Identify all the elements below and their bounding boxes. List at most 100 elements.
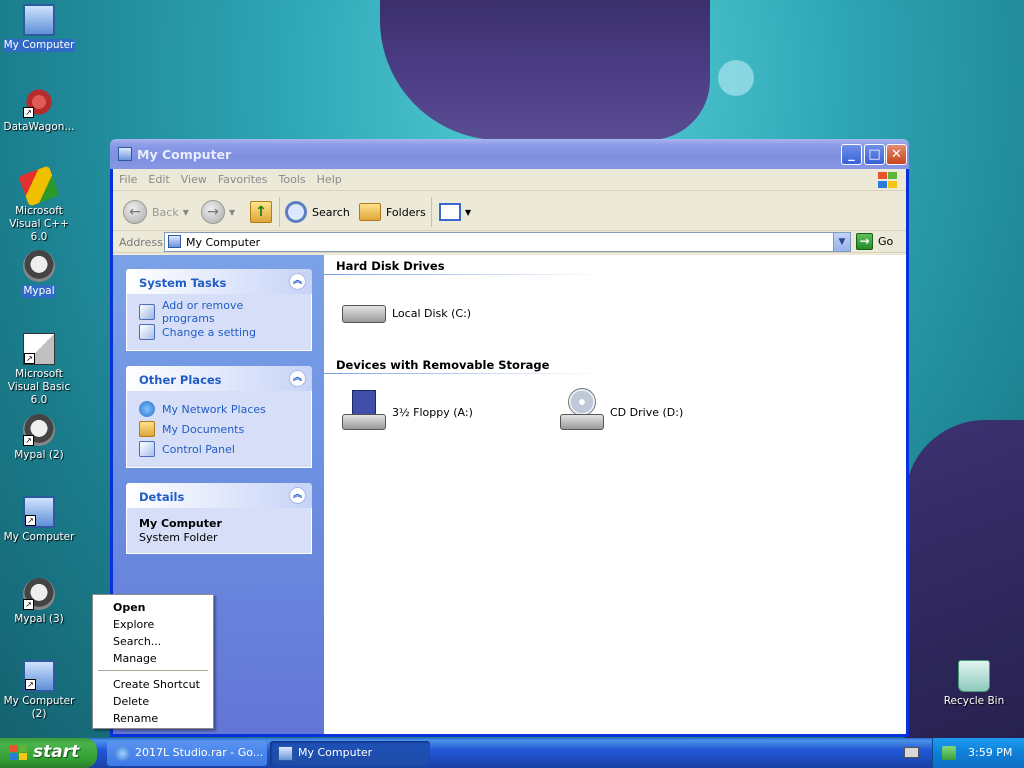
context-menu-open[interactable]: Open	[95, 598, 211, 615]
add-remove-programs-link[interactable]: Add or remove programs	[139, 299, 299, 325]
folders-button[interactable]: Folders	[359, 199, 426, 225]
desktop-icon-mypal-2[interactable]: ↗ Mypal (2)	[0, 414, 78, 462]
menu-bar: File Edit View Favorites Tools Help	[113, 169, 906, 191]
taskbar: start 2017L Studio.rar - Go... My Comput…	[0, 738, 1024, 768]
forward-arrow-icon: →	[201, 200, 225, 224]
search-button[interactable]: Search	[285, 199, 350, 225]
computer-icon	[168, 235, 181, 248]
menu-favorites[interactable]: Favorites	[212, 169, 273, 186]
desktop-icon-datawagon[interactable]: ↗ DataWagon...	[0, 86, 78, 134]
computer-icon: ↗	[23, 660, 55, 692]
address-input[interactable]: My Computer ▼	[164, 232, 851, 252]
clock[interactable]: 3:59 PM	[968, 746, 1012, 759]
start-button[interactable]: start	[0, 738, 97, 768]
context-menu-search[interactable]: Search...	[95, 632, 211, 649]
desktop-icon-mypal-3[interactable]: ↗ Mypal (3)	[0, 578, 78, 626]
my-computer-window: My Computer _ □ ✕ File Edit View Favorites T…	[110, 139, 909, 737]
desktop-icon-my-computer-2[interactable]: ↗ My Computer (2)	[0, 660, 78, 721]
drive-floppy-a[interactable]: 3½ Floppy (A:)	[340, 388, 473, 436]
taskbar-button-browser[interactable]: 2017L Studio.rar - Go...	[107, 741, 267, 766]
drive-local-disk-c[interactable]: Local Disk (C:)	[340, 289, 471, 337]
collapse-chevron-icon[interactable]: ︽	[289, 487, 306, 504]
close-button[interactable]: ✕	[886, 144, 907, 165]
forward-button[interactable]: → ▼	[201, 199, 235, 225]
collapse-chevron-icon[interactable]: ︽	[289, 273, 306, 290]
other-places-panel: Other Places ︽ My Network Places My Docu…	[126, 366, 312, 468]
system-tasks-header[interactable]: System Tasks ︽	[126, 269, 312, 294]
my-documents-link[interactable]: My Documents	[139, 419, 299, 439]
shortcut-arrow-icon: ↗	[25, 515, 36, 526]
address-dropdown-button[interactable]: ▼	[833, 233, 850, 251]
other-places-header[interactable]: Other Places ︽	[126, 366, 312, 391]
context-menu-delete[interactable]: Delete	[95, 692, 211, 709]
window-title: My Computer	[137, 147, 232, 162]
windows-flag-icon	[10, 745, 28, 761]
mypal-icon	[23, 250, 55, 282]
context-menu-manage[interactable]: Manage	[95, 649, 211, 666]
add-remove-programs-icon	[139, 304, 155, 320]
desktop-icon-my-computer[interactable]: My Computer	[0, 4, 78, 52]
address-label: Address	[119, 236, 163, 249]
floppy-drive-icon	[340, 388, 388, 436]
shortcut-arrow-icon: ↗	[23, 107, 34, 118]
shortcut-arrow-icon: ↗	[23, 599, 34, 610]
menu-tools[interactable]: Tools	[273, 169, 311, 186]
removable-storage-heading: Devices with Removable Storage	[336, 358, 550, 372]
system-tasks-panel: System Tasks ︽ Add or remove programs Ch…	[126, 269, 312, 351]
views-button[interactable]: ▼	[439, 199, 471, 225]
window-titlebar[interactable]: My Computer _ □ ✕	[110, 139, 909, 169]
mypal-icon: ↗	[23, 578, 55, 610]
details-item-name: My Computer	[139, 517, 222, 530]
desktop-icon-visual-basic[interactable]: ↗ Microsoft Visual Basic 6.0	[0, 333, 78, 407]
network-tray-icon[interactable]	[942, 746, 956, 760]
menu-edit[interactable]: Edit	[142, 169, 174, 186]
chevron-down-icon: ▼	[229, 207, 236, 217]
window-content: System Tasks ︽ Add or remove programs Ch…	[113, 255, 906, 734]
desktop-icon-mypal[interactable]: Mypal	[0, 250, 78, 298]
drive-cd-d[interactable]: CD Drive (D:)	[558, 388, 683, 436]
context-menu: Open Explore Search... Manage Create Sho…	[92, 594, 214, 729]
hard-disk-drives-heading: Hard Disk Drives	[336, 259, 445, 273]
group-divider	[324, 274, 604, 275]
context-menu-separator	[98, 670, 208, 671]
shortcut-arrow-icon: ↗	[24, 353, 35, 364]
recycle-bin-icon	[958, 660, 990, 692]
context-menu-rename[interactable]: Rename	[95, 709, 211, 726]
desktop-icon-visual-cpp[interactable]: Microsoft Visual C++ 6.0	[0, 165, 78, 244]
control-panel-icon	[139, 324, 155, 340]
change-setting-link[interactable]: Change a setting	[139, 322, 299, 342]
go-arrow-icon: →	[856, 233, 873, 250]
menu-help[interactable]: Help	[311, 169, 347, 186]
minimize-button[interactable]: _	[841, 144, 862, 165]
computer-icon	[23, 4, 55, 36]
my-network-places-link[interactable]: My Network Places	[139, 399, 299, 419]
hard-disk-icon	[340, 289, 388, 337]
network-places-icon	[139, 401, 155, 417]
up-folder-button[interactable]: ↑	[250, 199, 272, 225]
context-menu-explore[interactable]: Explore	[95, 615, 211, 632]
details-header[interactable]: Details ︽	[126, 483, 312, 508]
back-arrow-icon: ←	[123, 200, 147, 224]
mypal-icon: ↗	[23, 414, 55, 446]
shortcut-arrow-icon: ↗	[23, 435, 34, 446]
context-menu-create-shortcut[interactable]: Create Shortcut	[95, 675, 211, 692]
toolbar: ← Back ▼ → ▼ ↑ Search Folders ▼	[113, 191, 906, 231]
menu-view[interactable]: View	[175, 169, 212, 186]
views-icon	[439, 203, 461, 221]
address-value: My Computer	[186, 236, 261, 249]
chevron-down-icon: ▼	[465, 207, 472, 217]
menu-file[interactable]: File	[113, 169, 142, 186]
desktop-icon-my-computer-shortcut[interactable]: ↗ My Computer	[0, 496, 78, 544]
folder-icon	[359, 203, 381, 221]
control-panel-icon	[139, 441, 155, 457]
go-button[interactable]: → Go	[856, 233, 893, 250]
collapse-chevron-icon[interactable]: ︽	[289, 370, 306, 387]
back-button[interactable]: ← Back ▼	[123, 199, 189, 225]
cd-drive-icon	[558, 388, 606, 436]
control-panel-link[interactable]: Control Panel	[139, 439, 299, 459]
keyboard-icon[interactable]	[904, 747, 919, 758]
taskbar-button-my-computer[interactable]: My Computer	[270, 741, 430, 766]
toolbar-separator	[431, 197, 432, 227]
maximize-button[interactable]: □	[864, 144, 885, 165]
desktop-icon-recycle-bin[interactable]: Recycle Bin	[935, 660, 1013, 708]
